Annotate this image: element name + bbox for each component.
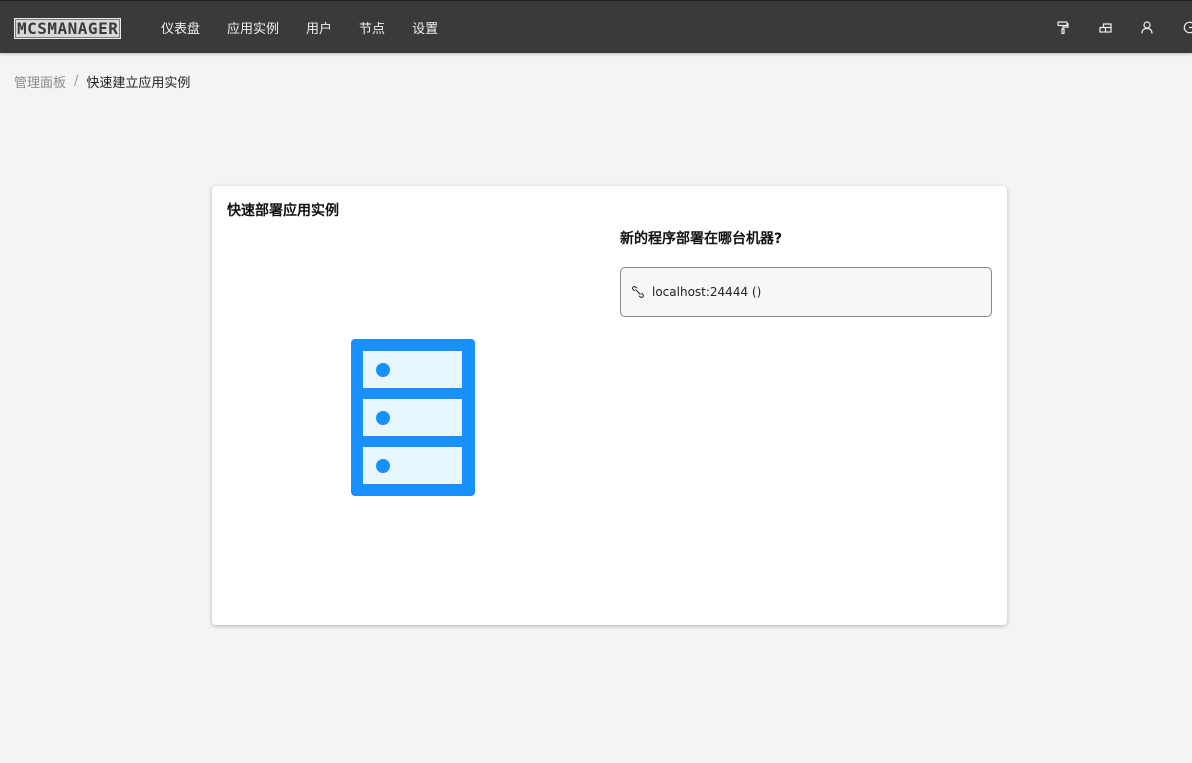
nav-item-settings[interactable]: 设置 <box>412 18 438 37</box>
link-icon <box>632 286 644 298</box>
nav-item-nodes[interactable]: 节点 <box>359 18 385 37</box>
top-navigation-bar: MCSMANAGER 仪表盘 应用实例 用户 节点 设置 <box>0 0 1192 53</box>
nav-item-instances[interactable]: 应用实例 <box>227 18 279 37</box>
nav-item-users[interactable]: 用户 <box>306 18 332 37</box>
breadcrumb: 管理面板 / 快速建立应用实例 <box>14 72 190 91</box>
nav-item-dashboard[interactable]: 仪表盘 <box>161 18 200 37</box>
node-option-localhost[interactable]: localhost:24444 () <box>620 267 992 317</box>
deploy-target-question: 新的程序部署在哪台机器? <box>620 231 783 247</box>
header-actions <box>1028 1 1192 54</box>
server-icon <box>351 339 475 496</box>
breadcrumb-dashboard-link[interactable]: 管理面板 <box>14 72 66 91</box>
card-title: 快速部署应用实例 <box>227 203 339 219</box>
mcsmanager-logo[interactable]: MCSMANAGER <box>14 18 122 39</box>
layout-icon[interactable] <box>1098 21 1112 35</box>
user-icon[interactable] <box>1140 21 1154 35</box>
node-option-label: localhost:24444 () <box>652 285 762 299</box>
main-nav: 仪表盘 应用实例 用户 节点 设置 <box>161 1 465 54</box>
breadcrumb-current-page: 快速建立应用实例 <box>86 76 191 91</box>
logout-icon[interactable] <box>1182 21 1192 35</box>
quick-deploy-card: 快速部署应用实例 新的程序部署在哪台机器? localhost:24444 () <box>212 186 1007 625</box>
breadcrumb-separator: / <box>74 74 79 89</box>
paint-roller-icon[interactable] <box>1056 21 1070 35</box>
